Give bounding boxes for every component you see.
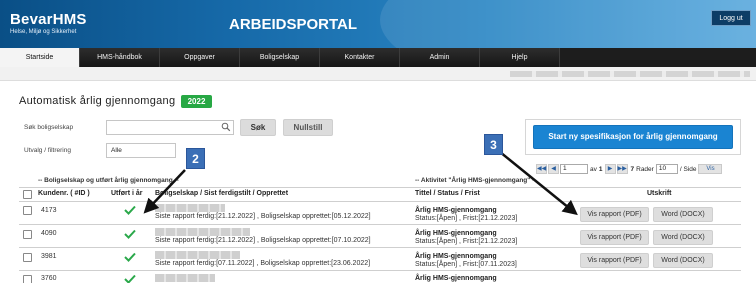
row-task-title[interactable]: Årlig HMS-gjennomgang (415, 253, 497, 260)
rows-label: Rader (636, 165, 654, 173)
search-icon[interactable] (221, 122, 231, 132)
check-icon (124, 229, 136, 239)
start-specification-button[interactable]: Start ny spesifikasjon for årlig gjennom… (533, 125, 733, 149)
row-checkbox[interactable] (23, 253, 32, 262)
row-checkbox[interactable] (23, 206, 32, 215)
row-task-title[interactable]: Årlig HMS-gjennomgang (415, 230, 497, 237)
row-checkbox[interactable] (23, 230, 32, 239)
nav-item-admin[interactable]: Admin (400, 48, 480, 67)
check-icon (124, 274, 136, 283)
group-header-company: -- Boligselskap og utført årlig gjennomg… (38, 177, 179, 184)
nav-item-startside[interactable]: Startside (0, 48, 80, 67)
show-button[interactable]: Vis (698, 164, 723, 174)
row-task-title[interactable]: Årlig HMS-gjennomgang (415, 207, 497, 214)
pager: ◀◀ ◀ 1 av 1 ▶ ▶▶ 7 Rader 10 / Side Vis (536, 163, 723, 175)
page-count: 7 (630, 165, 635, 173)
check-icon (124, 205, 136, 215)
row-company-details: Siste rapport ferdig:[07.11.2022] , Boli… (155, 260, 371, 267)
word-docx-button[interactable]: Word (DOCX) (653, 253, 713, 268)
divider (19, 187, 741, 188)
main-nav: Startside HMS-håndbok Oppgaver Boligsels… (0, 48, 756, 67)
total-pages: 1 (598, 165, 603, 173)
nav-item-boligselskap[interactable]: Boligselskap (240, 48, 320, 67)
app-header: BevarHMS Helse, Miljø og Sikkerhet ARBEI… (0, 0, 756, 48)
logout-button[interactable]: Logg ut (711, 10, 751, 26)
nav-item-hms-handbok[interactable]: HMS-håndbok (80, 48, 160, 67)
column-header-task[interactable]: Tittel / Status / Frist (415, 189, 480, 199)
search-label: Søk boligselskap (24, 124, 74, 131)
next-page-button[interactable]: ▶ (604, 164, 616, 174)
column-header-print: Utskrift (647, 190, 672, 197)
nav-item-oppgaver[interactable]: Oppgaver (160, 48, 240, 67)
logo-title[interactable]: BevarHMS (10, 11, 87, 28)
search-input[interactable] (106, 120, 234, 135)
callout-3: 3 (484, 134, 503, 155)
row-id: 3981 (41, 253, 57, 260)
row-company-details: Siste rapport ferdig:[21.12.2022] , Boli… (155, 237, 371, 244)
page-title: Automatisk årlig gjennomgang (19, 95, 176, 107)
group-header-activity: -- Aktivitet "Årlig HMS-gjennomgang" -- (415, 177, 537, 184)
word-docx-button[interactable]: Word (DOCX) (653, 207, 713, 222)
row-task-status: Status:[Åpen] , Frist:[21.12.2023] (415, 215, 518, 222)
logo-subtitle: Helse, Miljø og Sikkerhet (10, 29, 77, 35)
redacted-company-name (155, 228, 250, 236)
divider (19, 201, 741, 202)
year-badge: 2022 (181, 95, 212, 108)
view-pdf-button[interactable]: Vis rapport (PDF) (580, 230, 649, 245)
per-page-label: / Side (679, 165, 697, 173)
nav-item-kontakter[interactable]: Kontakter (320, 48, 400, 67)
row-id: 3760 (41, 275, 57, 282)
of-label: av (590, 165, 597, 173)
row-task-status: Status:[Åpen] , Frist:[07.11.2023] (415, 261, 517, 268)
nav-item-hjelp[interactable]: Hjelp (480, 48, 560, 67)
redacted-company-name (155, 251, 240, 259)
prev-page-button[interactable]: ◀ (548, 164, 559, 174)
row-divider (19, 224, 741, 225)
row-id: 4090 (41, 230, 57, 237)
view-pdf-button[interactable]: Vis rapport (PDF) (580, 253, 649, 268)
select-all-checkbox[interactable] (23, 190, 32, 199)
row-task-title[interactable]: Årlig HMS-gjennomgang (415, 275, 497, 282)
word-docx-button[interactable]: Word (DOCX) (653, 230, 713, 245)
redacted-company-name (155, 204, 225, 212)
reset-button[interactable]: Nullstill (283, 119, 333, 136)
redacted-subnav (510, 71, 750, 77)
row-id: 4173 (41, 207, 57, 214)
rows-per-page-input[interactable]: 10 (655, 164, 678, 174)
portal-title: ARBEIDSPORTAL (229, 16, 358, 33)
redacted-company-name (155, 274, 215, 282)
filter-label: Utvalg / filtrering (24, 147, 71, 154)
row-divider (19, 247, 741, 248)
callout-2: 2 (186, 148, 205, 169)
page: BevarHMS Helse, Miljø og Sikkerhet ARBEI… (0, 0, 756, 283)
check-icon (124, 252, 136, 262)
row-checkbox[interactable] (23, 275, 32, 283)
filter-select[interactable]: Alle (106, 143, 176, 158)
column-header-company[interactable]: Boligselskap / Sist ferdigstilt / Oppret… (155, 189, 288, 199)
row-company-details: Siste rapport ferdig:[21.12.2022] , Boli… (155, 213, 371, 220)
first-page-button[interactable]: ◀◀ (536, 164, 547, 174)
column-header-done[interactable]: Utført i år (111, 189, 143, 199)
page-number-input[interactable]: 1 (560, 164, 588, 174)
column-header-id[interactable]: Kundenr. ( #ID ) (38, 189, 90, 199)
row-task-status: Status:[Åpen] , Frist:[21.12.2023] (415, 238, 518, 245)
sub-nav-bar (0, 67, 756, 81)
row-divider (19, 270, 741, 271)
view-pdf-button[interactable]: Vis rapport (PDF) (580, 207, 649, 222)
search-button[interactable]: Søk (240, 119, 276, 136)
last-page-button[interactable]: ▶▶ (616, 164, 628, 174)
